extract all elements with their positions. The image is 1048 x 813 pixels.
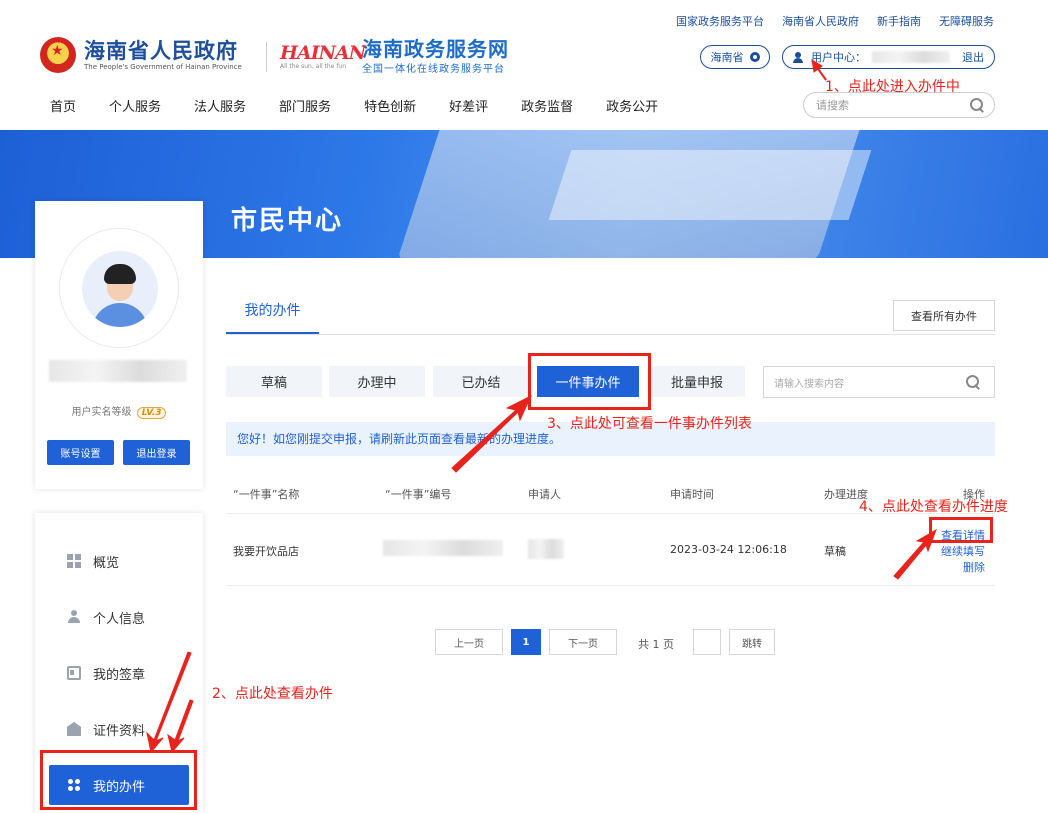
annotation-arrows	[146, 59, 937, 754]
page: 国家政务服务平台 海南省人民政府 新手指南 无障碍服务 海南省人民政府 The …	[0, 0, 1048, 813]
